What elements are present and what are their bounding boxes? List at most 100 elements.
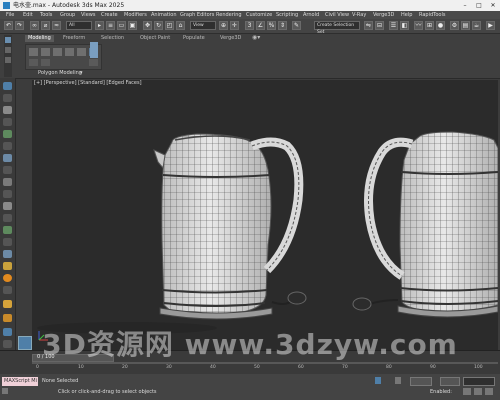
menu-group[interactable]: Group (60, 11, 75, 19)
tool-icon[interactable] (3, 300, 12, 308)
unlink-icon[interactable]: ⌀ (41, 21, 50, 30)
element-icon[interactable] (77, 48, 86, 56)
tool-icon[interactable] (3, 118, 12, 126)
selection-filter-dropdown[interactable]: All (66, 21, 92, 30)
menu-graph-editors[interactable]: Graph Editors (180, 11, 214, 19)
angle-snap-icon[interactable]: ∠ (256, 21, 265, 30)
play-button[interactable] (395, 377, 401, 384)
pan-icon[interactable] (474, 388, 482, 395)
material-editor-icon[interactable]: ● (436, 21, 445, 30)
minimize-button[interactable]: – (458, 0, 472, 11)
curve-editor-icon[interactable]: 〰 (414, 21, 423, 30)
menu-rendering[interactable]: Rendering (216, 11, 242, 19)
ribbon-tool-icon[interactable] (5, 47, 11, 53)
mirror-icon[interactable]: ⇋ (364, 21, 373, 30)
border-icon[interactable] (53, 48, 62, 56)
ribbon-tool-icon[interactable] (5, 57, 11, 63)
tab-populate[interactable]: Populate (183, 35, 205, 42)
tab-object-paint[interactable]: Object Paint (140, 35, 170, 42)
render-production-icon[interactable]: ☕ (472, 21, 481, 30)
named-selection-dropdown[interactable]: Create Selection Set (314, 21, 360, 35)
link-icon[interactable]: ∞ (30, 21, 39, 30)
undo-icon[interactable]: ↶ (4, 21, 13, 30)
lock-icon[interactable] (2, 388, 8, 394)
render-setup-icon[interactable]: ⚙ (450, 21, 459, 30)
render-iterative-icon[interactable]: ▶ (486, 21, 495, 30)
orbit-icon[interactable] (485, 388, 493, 395)
create-geometry-icon[interactable] (3, 82, 12, 90)
tool-icon[interactable] (3, 226, 12, 234)
redo-icon[interactable]: ↷ (15, 21, 24, 30)
menu-modifiers[interactable]: Modifiers (124, 11, 147, 19)
zoom-icon[interactable] (463, 388, 471, 395)
spinner-snap-icon[interactable]: ⇕ (278, 21, 287, 30)
ribbon-grip-icon[interactable] (5, 37, 11, 43)
snaps-toggle-icon[interactable]: 3 (245, 21, 254, 30)
tool-icon[interactable] (3, 250, 12, 258)
placement-icon[interactable]: ⌂ (176, 21, 185, 30)
maximize-button[interactable]: □ (472, 0, 486, 11)
rectangle-selection-icon[interactable]: ▭ (117, 21, 126, 30)
current-frame-field[interactable] (463, 377, 495, 386)
polygon-modeling-label[interactable]: Polygon Modeling (38, 70, 82, 76)
move-icon[interactable]: ✥ (143, 21, 152, 30)
schematic-view-icon[interactable]: ⊞ (425, 21, 434, 30)
menu-views[interactable]: Views (81, 11, 95, 19)
menu-tools[interactable]: Tools (40, 11, 52, 19)
perspective-viewport[interactable]: [+] [Perspective] [Standard] [Edged Face… (32, 80, 498, 350)
menu-help[interactable]: Help (401, 11, 412, 19)
select-manipulate-icon[interactable]: ✛ (230, 21, 239, 30)
tab-modeling[interactable]: Modeling (25, 35, 54, 42)
close-button[interactable]: ✕ (486, 0, 500, 11)
key-mode-icon[interactable] (375, 377, 381, 384)
tool-icon[interactable] (3, 166, 12, 174)
polygon-icon[interactable] (65, 48, 74, 56)
tool-icon[interactable] (3, 106, 12, 114)
menu-rapidtools[interactable]: RapidTools (419, 11, 445, 19)
tool-icon[interactable] (41, 59, 50, 66)
chevron-down-icon[interactable]: ▾ (80, 70, 83, 76)
tab-selection[interactable]: Selection (101, 35, 124, 42)
tool-icon[interactable] (3, 286, 12, 294)
bind-space-warp-icon[interactable]: ≈ (52, 21, 61, 30)
rendered-frame-icon[interactable]: ▤ (461, 21, 470, 30)
select-object-icon[interactable]: ▸ (95, 21, 104, 30)
menu-edit[interactable]: Edit (23, 11, 33, 19)
menu-create[interactable]: Create (101, 11, 118, 19)
tool-icon[interactable] (3, 130, 12, 138)
tool-icon[interactable] (89, 59, 98, 66)
menu-file[interactable]: File (6, 11, 14, 19)
edge-icon[interactable] (41, 48, 50, 56)
scene-explorer-icon[interactable]: ☰ (389, 21, 398, 30)
reference-coordinate-dropdown[interactable]: View (190, 21, 216, 30)
menu-verge3d[interactable]: Verge3D (373, 11, 394, 19)
edit-named-selection-icon[interactable]: ✎ (292, 21, 301, 30)
ribbon-options-icon[interactable]: ◉▾ (252, 34, 260, 41)
tool-icon[interactable] (3, 94, 12, 102)
menu-arnold[interactable]: Arnold (303, 11, 319, 19)
tab-freeform[interactable]: Freeform (63, 35, 85, 42)
align-icon[interactable]: ⊟ (375, 21, 384, 30)
tool-icon[interactable] (3, 190, 12, 198)
tool-icon[interactable] (3, 238, 12, 246)
tab-verge3d[interactable]: Verge3D (220, 35, 241, 42)
scale-icon[interactable]: ◰ (165, 21, 174, 30)
menu-animation[interactable]: Animation (151, 11, 177, 19)
tool-icon[interactable] (3, 274, 12, 282)
select-by-name-icon[interactable]: ≡ (106, 21, 115, 30)
tool-icon[interactable] (3, 154, 12, 162)
vertex-icon[interactable] (29, 48, 38, 56)
auto-key-button[interactable] (410, 377, 432, 386)
tool-icon[interactable] (3, 178, 12, 186)
timeline-ruler[interactable] (32, 361, 498, 375)
menu-vray[interactable]: V-Ray (352, 11, 366, 19)
tool-icon[interactable] (3, 202, 12, 210)
tool-icon[interactable] (3, 214, 12, 222)
window-crossing-icon[interactable]: ▣ (128, 21, 137, 30)
menu-customize[interactable]: Customize (246, 11, 272, 19)
layer-explorer-icon[interactable]: ◧ (400, 21, 409, 30)
rotate-icon[interactable]: ↻ (154, 21, 163, 30)
kettle-left[interactable] (153, 133, 307, 320)
tool-icon[interactable] (29, 59, 38, 66)
menu-scripting[interactable]: Scripting (276, 11, 298, 19)
